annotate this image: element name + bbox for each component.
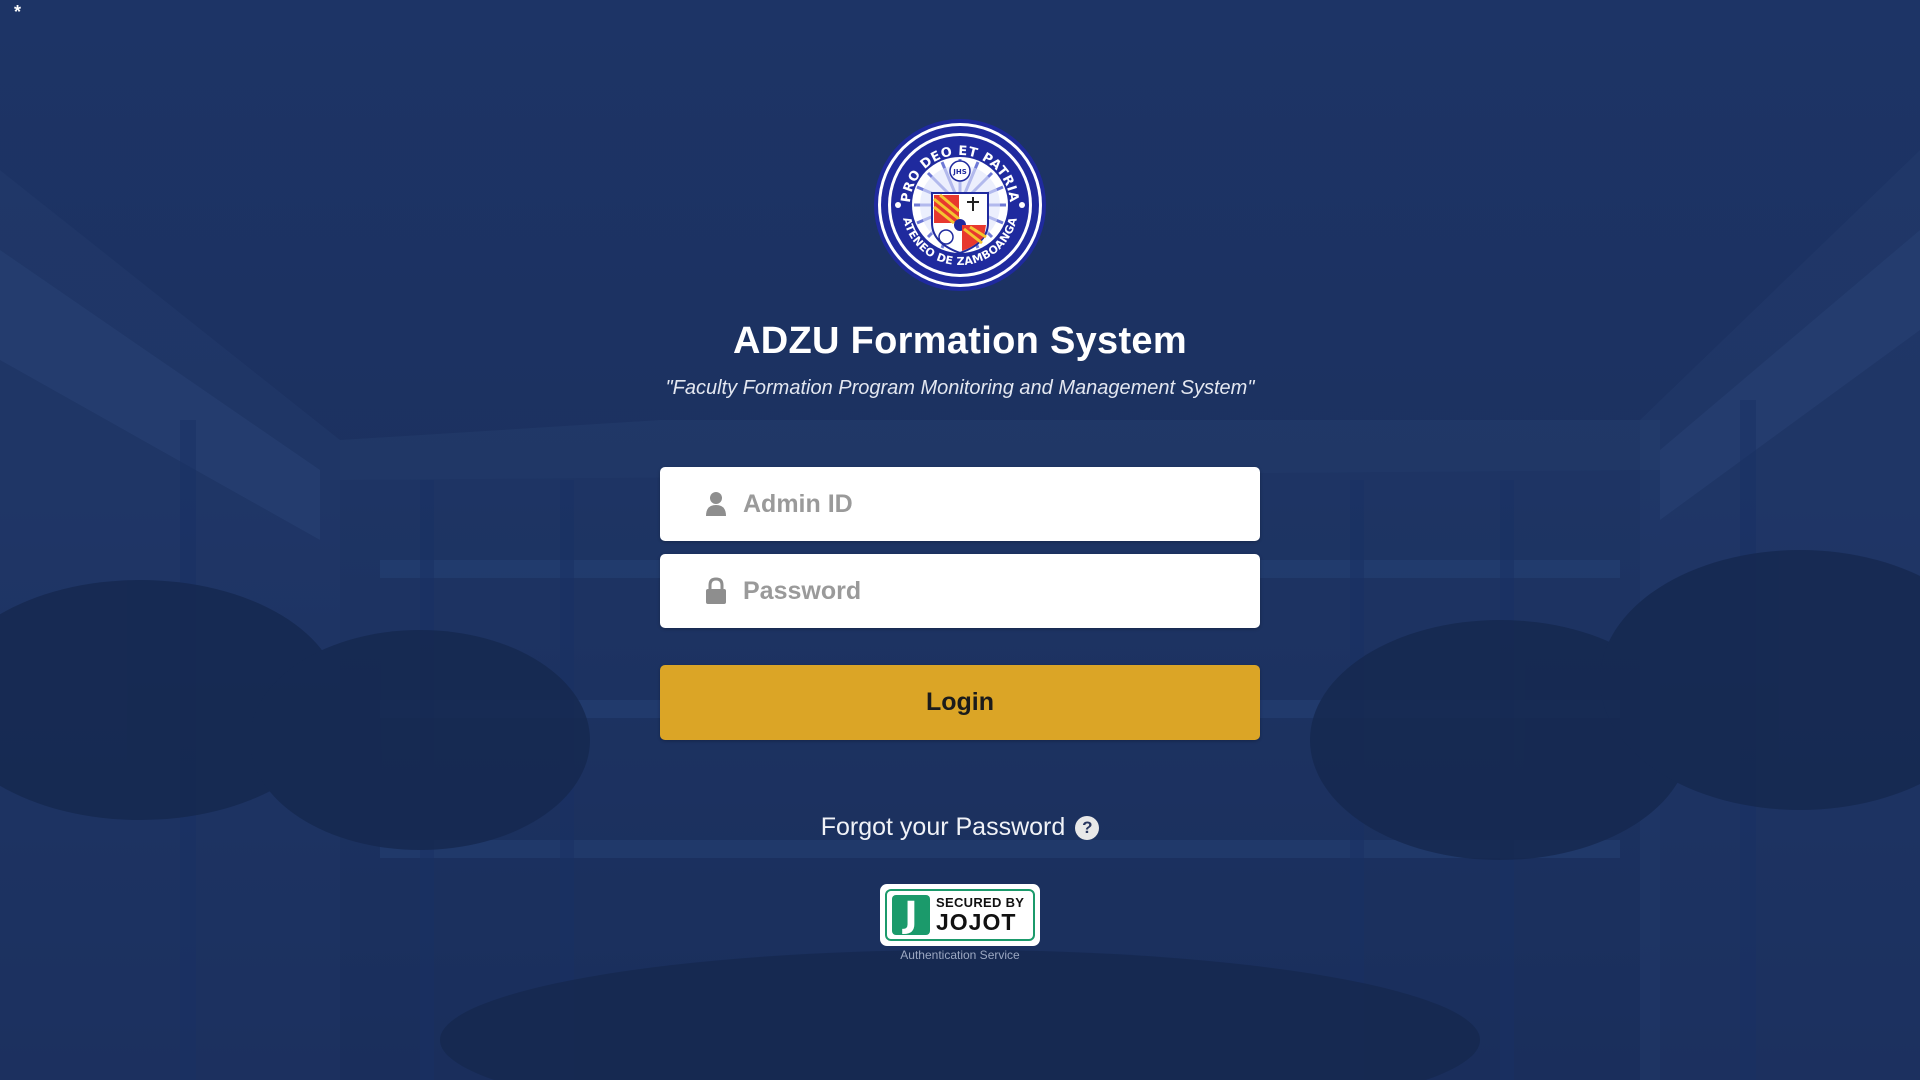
security-badge-frame: J SECURED BY JOJOT — [885, 889, 1035, 941]
user-icon — [703, 490, 729, 518]
password-input[interactable] — [743, 576, 1223, 606]
login-button[interactable]: Login — [660, 665, 1260, 740]
badge-caption: Authentication Service — [900, 948, 1020, 962]
login-panel: JHS PRO DEO ET PATRIA ATENEO DE ZAMBOANG… — [0, 0, 1920, 1080]
seal-monogram: JHS — [952, 168, 967, 176]
badge-text: SECURED BY JOJOT — [936, 896, 1024, 934]
jojot-logo-icon: J — [892, 895, 930, 936]
badge-line-brand: JOJOT — [936, 909, 1017, 935]
admin-id-input[interactable] — [743, 489, 1223, 519]
badge-line-secured: SECURED BY — [936, 895, 1025, 910]
university-seal-logo: JHS PRO DEO ET PATRIA ATENEO DE ZAMBOANG… — [874, 119, 1046, 291]
forgot-password-label: Forgot your Password — [820, 813, 1066, 841]
forgot-password-link[interactable]: Forgot your Password ? — [760, 813, 1160, 842]
help-icon: ? — [1075, 815, 1100, 840]
admin-id-field[interactable] — [660, 467, 1260, 541]
login-page: * JHS PRO DEO ET PATRIA ATENEO DE ZAMBOA… — [0, 0, 1920, 1080]
security-badge: J SECURED BY JOJOT — [880, 884, 1040, 946]
password-field[interactable] — [660, 554, 1260, 628]
lock-icon — [703, 577, 729, 605]
page-title: ADZU Formation System — [733, 320, 1187, 362]
page-subtitle: "Faculty Formation Program Monitoring an… — [665, 377, 1255, 399]
